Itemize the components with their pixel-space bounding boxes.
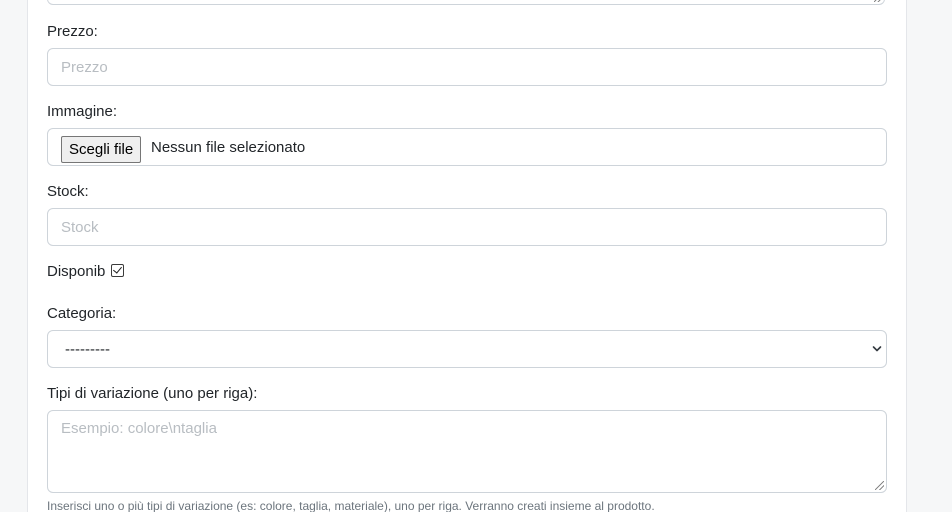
variation-types-textarea[interactable] xyxy=(47,410,887,493)
image-file-input[interactable]: Scegli file Nessun file selezionato xyxy=(47,128,887,166)
chevron-down-icon xyxy=(872,346,882,352)
stock-label: Stock: xyxy=(47,183,89,200)
image-label: Immagine: xyxy=(47,103,118,120)
description-textarea[interactable] xyxy=(47,0,885,5)
resize-grip-icon[interactable] xyxy=(874,0,882,2)
choose-file-button[interactable]: Scegli file xyxy=(61,136,142,163)
available-checkbox[interactable] xyxy=(111,264,124,277)
variation-types-label: Tipi di variazione (uno per riga): xyxy=(47,385,258,402)
category-selected-value: --------- xyxy=(65,341,110,358)
category-label: Categoria: xyxy=(47,305,117,322)
resize-grip-icon[interactable] xyxy=(875,481,884,490)
page: Prezzo: Immagine: Scegli file Nessun fil… xyxy=(0,0,952,512)
price-input[interactable] xyxy=(47,48,887,86)
stock-input[interactable] xyxy=(47,208,887,246)
file-status-text: Nessun file selezionato xyxy=(151,139,306,156)
price-label: Prezzo: xyxy=(47,23,98,40)
available-label-prefix: Disponib xyxy=(47,263,106,280)
category-select[interactable]: --------- xyxy=(47,330,887,368)
variation-types-help: Inserisci uno o più tipi di variazione (… xyxy=(47,499,655,512)
